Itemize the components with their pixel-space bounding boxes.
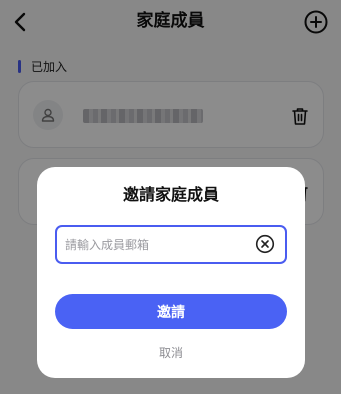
clear-input-icon[interactable] xyxy=(255,234,275,254)
cancel-button[interactable]: 取消 xyxy=(37,344,305,361)
invite-button[interactable]: 邀請 xyxy=(55,294,287,329)
email-input[interactable] xyxy=(65,227,251,262)
email-field[interactable] xyxy=(55,225,287,264)
invite-member-dialog: 邀請家庭成員 邀請 取消 xyxy=(37,167,305,378)
dialog-title: 邀請家庭成員 xyxy=(122,185,219,204)
